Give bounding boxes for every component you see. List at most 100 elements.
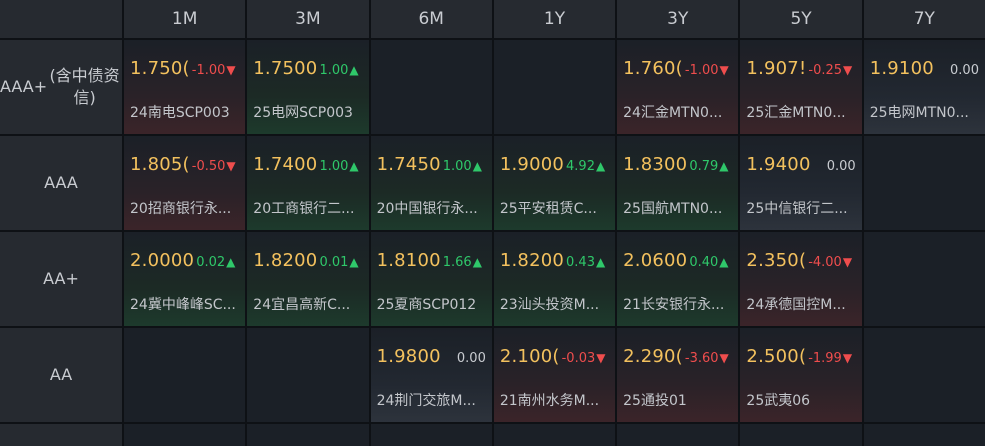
quote-line: 2.500(-1.99▼ xyxy=(746,346,855,367)
bond-name: 25夏商SCP012 xyxy=(376,297,477,313)
triangle-up-icon: ▲ xyxy=(719,159,729,173)
quote-cell[interactable]: 1.9400 0.00 25中信银行二... xyxy=(740,136,862,230)
empty-cell xyxy=(370,424,492,446)
bond-name: 25通投01 xyxy=(623,393,687,409)
yield-change: -1.00▼ xyxy=(685,63,729,78)
bond-name: 24冀中峰峰SC... xyxy=(130,297,236,313)
quote-cell[interactable]: 1.9100 0.00 25电网MTN0... xyxy=(863,40,985,134)
yield-change-value: 1.66 xyxy=(442,255,472,270)
bond-name: 25平安租赁C... xyxy=(499,201,597,217)
quote-cell[interactable]: 1.8300 0.79▲ 25国航MTN0... xyxy=(617,136,739,230)
quote-cell[interactable]: 2.350(-4.00▼ 24承德国控M... xyxy=(740,232,862,326)
yield-change-value: -3.60 xyxy=(684,351,719,366)
yield-matrix: 1M 3M 6M 1Y 3Y 5Y 7Y AAA+ (含中债资信) 1.750(-1.00▼ 24南… xyxy=(0,0,985,446)
yield-change: 4.92▲ xyxy=(566,159,605,174)
bond-name: 25国航MTN0... xyxy=(623,201,723,217)
yield-change-value: -0.50 xyxy=(191,159,226,174)
yield-change: 0.00 xyxy=(457,351,486,366)
empty-cell xyxy=(493,424,616,446)
quote-cell[interactable]: 1.7500 1.00▲ 25电网SCP003 xyxy=(247,40,369,134)
quote-line: 1.805(-0.50▼ xyxy=(130,154,239,175)
quote-line: 1.8300 0.79▲ xyxy=(623,154,732,175)
quote-cell[interactable]: 1.8200 0.01▲ 24宜昌高新C... xyxy=(247,232,369,326)
bond-name: 20中国银行永... xyxy=(376,201,478,217)
yield-price: 1.805( xyxy=(130,154,190,175)
yield-change-value: -1.00 xyxy=(191,63,226,78)
bond-name: 25电网SCP003 xyxy=(253,105,353,121)
quote-line: 1.7500 1.00▲ xyxy=(253,58,362,79)
yield-price: 2.350( xyxy=(746,250,807,271)
yield-change-value: 0.40 xyxy=(689,255,719,270)
quote-cell[interactable]: 1.7450 1.00▲ 20中国银行永... xyxy=(370,136,492,230)
yield-change: 1.66▲ xyxy=(443,255,482,270)
quote-line: 1.8200 0.01▲ xyxy=(253,250,362,271)
header-corner xyxy=(0,0,122,38)
yield-change-value: 1.00 xyxy=(442,159,472,174)
quote-line: 1.7450 1.00▲ xyxy=(377,154,486,175)
yield-change: -3.60▼ xyxy=(685,351,729,366)
column-header-3y[interactable]: 3Y xyxy=(617,0,739,38)
row-header-aaa-plus: AAA+ (含中债资信) xyxy=(0,40,122,134)
quote-line: 1.7400 1.00▲ xyxy=(253,154,362,175)
quote-cell[interactable]: 1.8200 0.43▲ 23汕头投资M... xyxy=(493,232,616,326)
row-header-line: (含中债资信) xyxy=(49,66,120,107)
yield-change: 0.40▲ xyxy=(689,255,728,270)
yield-change: 0.79▲ xyxy=(689,159,728,174)
bond-name: 25武夷06 xyxy=(746,393,811,409)
triangle-down-icon: ▼ xyxy=(226,159,236,173)
yield-change-value: 4.92 xyxy=(566,159,595,174)
row-header-line: AAA+ xyxy=(0,77,48,96)
yield-change: -0.50▼ xyxy=(192,159,236,174)
quote-cell[interactable]: 1.760(-1.00▼ 24汇金MTN0... xyxy=(617,40,739,134)
column-header-1m[interactable]: 1M xyxy=(124,0,246,38)
quote-cell[interactable]: 2.290(-3.60▼ 25通投01 xyxy=(617,328,739,422)
quote-cell[interactable]: 2.0000 0.02▲ 24冀中峰峰SC... xyxy=(124,232,246,326)
bond-name: 21南州水务M... xyxy=(499,393,600,409)
quote-cell[interactable]: 1.8100 1.66▲ 25夏商SCP012 xyxy=(370,232,492,326)
column-header-5y[interactable]: 5Y xyxy=(740,0,862,38)
yield-price: 1.9800 xyxy=(376,346,441,367)
bond-name: 23汕头投资M... xyxy=(499,297,600,313)
yield-change: -0.03▼ xyxy=(562,351,606,366)
bond-name: 24南电SCP003 xyxy=(130,105,230,121)
yield-price: 2.500( xyxy=(746,346,807,367)
quote-cell[interactable]: 1.750(-1.00▼ 24南电SCP003 xyxy=(124,40,246,134)
quote-cell[interactable]: 2.500(-1.99▼ 25武夷06 xyxy=(740,328,862,422)
yield-change: 1.00▲ xyxy=(443,159,482,174)
empty-cell xyxy=(247,424,369,446)
yield-change: 1.00▲ xyxy=(319,159,358,174)
quote-line: 1.750(-1.00▼ xyxy=(130,58,239,79)
yield-change-value: 0.00 xyxy=(456,351,486,366)
bond-name: 20招商银行永... xyxy=(130,201,232,217)
yield-change: 0.01▲ xyxy=(319,255,358,270)
column-header-3m[interactable]: 3M xyxy=(247,0,369,38)
triangle-up-icon: ▲ xyxy=(472,255,482,269)
yield-change-value: -1.00 xyxy=(684,63,719,78)
triangle-up-icon: ▲ xyxy=(595,255,606,269)
quote-cell[interactable]: 1.805(-0.50▼ 20招商银行永... xyxy=(124,136,246,230)
column-header-6m[interactable]: 6M xyxy=(370,0,492,38)
quote-line: 1.8100 1.66▲ xyxy=(377,250,486,271)
quote-line: 1.8200 0.43▲ xyxy=(500,250,609,271)
row-header-line: AA+ xyxy=(43,269,79,288)
quote-line: 2.0000 0.02▲ xyxy=(130,250,239,271)
quote-cell[interactable]: 1.907! -0.25▼ 25汇金MTN0... xyxy=(740,40,862,134)
empty-cell xyxy=(617,424,739,446)
triangle-up-icon: ▲ xyxy=(349,159,359,173)
quote-cell[interactable]: 1.9000 4.92▲ 25平安租赁C... xyxy=(493,136,616,230)
yield-change: 0.43▲ xyxy=(566,255,605,270)
row-header-aa-plus: AA+ xyxy=(0,232,122,326)
column-header-1y[interactable]: 1Y xyxy=(493,0,616,38)
quote-cell[interactable]: 1.7400 1.00▲ 20工商银行二... xyxy=(247,136,369,230)
quote-cell[interactable]: 1.9800 0.00 24荆门交旅M... xyxy=(370,328,492,422)
triangle-up-icon: ▲ xyxy=(719,255,729,269)
quote-line: 1.9800 0.00 xyxy=(377,346,486,367)
triangle-up-icon: ▲ xyxy=(595,159,606,173)
bond-name: 21长安银行永... xyxy=(623,297,725,313)
triangle-up-icon: ▲ xyxy=(472,159,482,173)
quote-cell[interactable]: 2.100(-0.03▼ 21南州水务M... xyxy=(493,328,616,422)
empty-cell xyxy=(124,424,246,446)
quote-cell[interactable]: 2.0600 0.40▲ 21长安银行永... xyxy=(617,232,739,326)
column-header-7y[interactable]: 7Y xyxy=(863,0,985,38)
yield-change-value: -0.03 xyxy=(561,351,596,366)
